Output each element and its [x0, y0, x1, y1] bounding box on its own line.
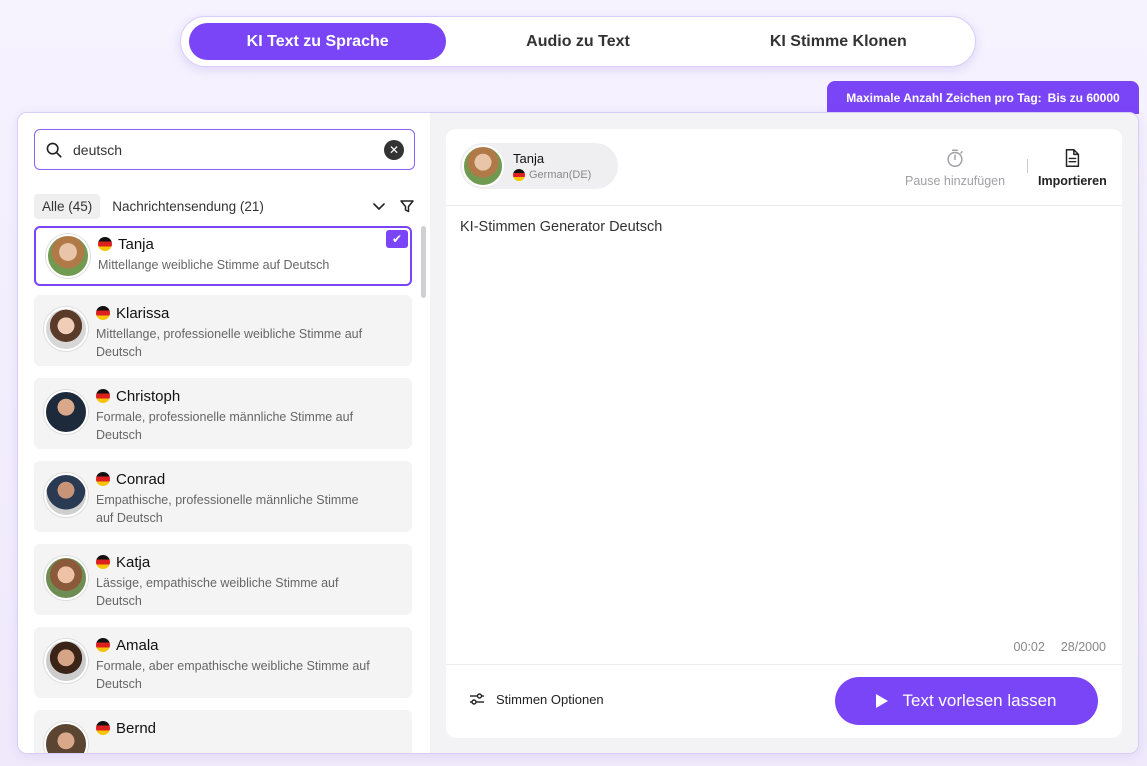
voice-name: Conrad [116, 470, 166, 488]
add-pause-label: Pause hinzufügen [905, 174, 1006, 188]
add-pause-button[interactable]: Pause hinzufügen [905, 147, 1005, 188]
limit-label: Maximale Anzahl Zeichen pro Tag: [846, 90, 1042, 105]
voice-name: Katja [116, 553, 151, 571]
voice-name: Tanja [118, 235, 154, 253]
search-input[interactable] [73, 141, 384, 158]
current-voice-name: Tanja [513, 151, 545, 166]
voice-description: Mittellange weibliche Stimme auf Deutsch [98, 258, 330, 272]
avatar [44, 390, 88, 434]
play-icon [876, 694, 889, 708]
avatar [462, 145, 504, 187]
filter-news[interactable]: Nachrichtensendung (21) [104, 194, 272, 219]
limit-value: Bis zu 60000 [1047, 90, 1120, 105]
german-flag-icon [96, 389, 110, 403]
voice-name: Christoph [116, 387, 181, 405]
avatar [44, 307, 88, 351]
current-voice-lang: German(DE) [529, 169, 592, 181]
german-flag-icon [96, 638, 110, 652]
filter-all[interactable]: Alle (45) [34, 193, 101, 219]
daily-limit-banner: Maximale Anzahl Zeichen pro Tag: Bis zu … [827, 81, 1139, 114]
voice-description: Mittellange, professionelle weibliche St… [96, 327, 363, 359]
voice-item-tanja[interactable]: Tanja Mittellange weibliche Stimme auf D… [34, 226, 412, 286]
read-aloud-label: Text vorlesen lassen [902, 691, 1057, 710]
editor-area: Tanja German(DE) Pause hinzufügen Import… [430, 113, 1138, 753]
voice-name: Klarissa [116, 304, 170, 322]
search-icon [46, 142, 62, 158]
editor-stats: 00:02 28/2000 [1014, 640, 1106, 654]
character-count: 28/2000 [1060, 640, 1106, 654]
header-divider [446, 205, 1122, 206]
german-flag-icon [96, 472, 110, 486]
voice-item-katja[interactable]: Katja Lässige, empathische weibliche Sti… [34, 544, 412, 615]
tab-text-to-speech[interactable]: KI Text zu Sprache [189, 23, 447, 60]
read-aloud-button[interactable]: Text vorlesen lassen [835, 677, 1098, 725]
tab-audio-to-text[interactable]: Audio zu Text [449, 23, 706, 60]
voice-list-scrollbar[interactable] [421, 226, 426, 298]
voice-item-amala[interactable]: Amala Formale, aber empathische weiblich… [34, 627, 412, 698]
avatar [46, 234, 90, 278]
mode-tabbar: KI Text zu Sprache Audio zu Text KI Stim… [180, 16, 976, 67]
voice-description: Formale, professionelle männliche Stimme… [96, 410, 354, 442]
document-icon [1066, 149, 1080, 167]
editor-card: Tanja German(DE) Pause hinzufügen Import… [446, 129, 1122, 738]
clear-search-icon[interactable]: ✕ [384, 139, 404, 160]
voice-options-button[interactable]: Stimmen Optionen [469, 691, 604, 707]
current-voice-chip[interactable]: Tanja German(DE) [460, 143, 618, 189]
import-label: Importieren [1038, 174, 1107, 188]
filter-bar: Alle (45) Nachrichtensendung (21) [34, 193, 415, 219]
german-flag-icon [98, 237, 112, 251]
main-panel: ✕ Alle (45) Nachrichtensendung (21) Tanj… [17, 112, 1139, 754]
import-button[interactable]: Importieren [1038, 147, 1107, 188]
filter-icon[interactable] [399, 198, 415, 214]
voice-item-christoph[interactable]: Christoph Formale, professionelle männli… [34, 378, 412, 449]
german-flag-icon [513, 169, 525, 181]
footer-divider [446, 664, 1122, 665]
voice-name: Amala [116, 636, 159, 654]
checkmark-icon: ✔ [386, 230, 408, 248]
voice-picker: ✕ Alle (45) Nachrichtensendung (21) Tanj… [18, 113, 430, 753]
german-flag-icon [96, 721, 110, 735]
sliders-icon [470, 693, 484, 705]
toolbar-divider [1027, 159, 1028, 173]
voice-options-label: Stimmen Optionen [496, 691, 604, 707]
voice-name: Bernd [116, 719, 157, 737]
avatar [44, 556, 88, 600]
avatar [44, 722, 88, 753]
timer-icon [947, 149, 963, 167]
avatar [44, 473, 88, 517]
voice-search: ✕ [34, 129, 415, 170]
voice-item-conrad[interactable]: Conrad Empathische, professionelle männl… [34, 461, 412, 532]
audio-duration: 00:02 [1013, 640, 1045, 654]
text-editor[interactable]: KI-Stimmen Generator Deutsch [460, 217, 1100, 617]
voice-item-bernd[interactable]: Bernd [34, 710, 412, 753]
german-flag-icon [96, 306, 110, 320]
voice-item-klarissa[interactable]: Klarissa Mittellange, professionelle wei… [34, 295, 412, 366]
german-flag-icon [96, 555, 110, 569]
avatar [44, 639, 88, 683]
voice-description: Lässige, empathische weibliche Stimme au… [96, 576, 339, 608]
voice-description: Formale, aber empathische weibliche Stim… [96, 659, 370, 691]
voice-description: Empathische, professionelle männliche St… [96, 493, 359, 525]
voice-list: Tanja Mittellange weibliche Stimme auf D… [34, 226, 415, 753]
chevron-down-icon[interactable] [371, 198, 387, 214]
tab-voice-clone[interactable]: KI Stimme Klonen [710, 23, 967, 60]
